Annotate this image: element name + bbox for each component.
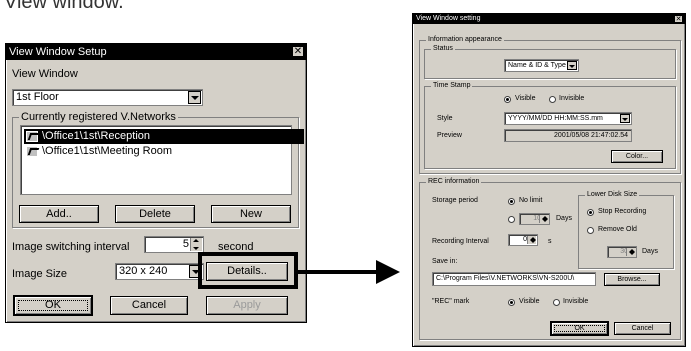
- spinner-icon[interactable]: [190, 238, 202, 251]
- setting-titlebar: View Window setting ✕: [413, 14, 685, 24]
- network-name: \Office1\1st\Meeting Room: [42, 145, 173, 157]
- highlight-box: [198, 252, 298, 289]
- preview-value: 2001/05/08 21:47:02.54: [554, 132, 628, 139]
- rec-mark-label: "REC" mark: [432, 298, 470, 305]
- remove-old-radio[interactable]: [587, 227, 594, 234]
- days-label: Days: [556, 215, 572, 222]
- info-appearance-group: Information appearance Status Name & ID …: [419, 36, 681, 174]
- lower-disk-group: Lower Disk Size Stop Recording Remove Ol…: [578, 191, 674, 269]
- view-window-select[interactable]: 1st Floor: [12, 89, 203, 106]
- setting-cancel-button[interactable]: Cancel: [614, 322, 671, 335]
- view-window-setting-dialog: View Window setting ✕ Information appear…: [412, 13, 686, 347]
- days-radio[interactable]: [508, 216, 515, 223]
- view-window-value: 1st Floor: [16, 91, 59, 103]
- rec-interval-unit: s: [548, 238, 552, 245]
- close-icon[interactable]: ✕: [674, 15, 683, 23]
- status-select[interactable]: Name & ID & Type: [504, 59, 579, 72]
- spinner-icon[interactable]: [527, 236, 536, 244]
- page-caption: View window.: [4, 0, 124, 13]
- cancel-button[interactable]: Cancel: [110, 296, 188, 315]
- days-input[interactable]: 10: [519, 213, 550, 225]
- preview-label: Preview: [437, 132, 462, 139]
- status-group: Status Name & ID & Type: [424, 45, 676, 79]
- focus-ring: [554, 325, 605, 332]
- mark-visible-label: Visible: [519, 298, 540, 305]
- rec-interval-label: Recording Interval: [432, 238, 489, 245]
- color-button[interactable]: Color...: [611, 150, 663, 163]
- no-limit-label: No limit: [519, 197, 543, 204]
- preview-field: 2001/05/08 21:47:02.54: [504, 129, 632, 142]
- arrow-shaft: [297, 270, 379, 274]
- chevron-down-icon[interactable]: [567, 61, 577, 70]
- list-item[interactable]: \Office1\1st\Reception: [24, 129, 304, 144]
- chevron-down-icon[interactable]: [620, 114, 630, 123]
- mark-visible-radio[interactable]: [508, 299, 515, 306]
- networks-list[interactable]: \Office1\1st\Reception \Office1\1st\Meet…: [20, 125, 304, 195]
- focus-ring: [18, 300, 88, 311]
- image-size-value: 320 x 240: [119, 265, 168, 277]
- invisible-label: Invisible: [559, 95, 585, 102]
- info-group-title: Information appearance: [426, 36, 504, 43]
- network-icon: [26, 131, 38, 142]
- stop-recording-radio[interactable]: [587, 209, 594, 216]
- timestamp-group: Time Stamp Visible Invisible Style YYYY/…: [424, 82, 676, 169]
- new-button[interactable]: New: [211, 205, 291, 223]
- apply-button[interactable]: Apply: [206, 296, 288, 315]
- ok-button[interactable]: OK: [13, 295, 93, 316]
- interval-input[interactable]: 5: [144, 236, 204, 253]
- style-label: Style: [437, 115, 453, 122]
- lower-disk-title: Lower Disk Size: [585, 191, 640, 198]
- timestamp-invisible-radio[interactable]: [549, 96, 556, 103]
- save-in-field[interactable]: C:\Program Files\V.NETWORKS\VN-S200U\: [432, 272, 596, 286]
- spinner-icon[interactable]: [626, 248, 635, 256]
- remove-days-label: Days: [642, 248, 658, 255]
- rec-interval-input[interactable]: 0: [508, 234, 538, 246]
- interval-label: Image switching interval: [12, 241, 130, 253]
- chevron-down-icon[interactable]: [188, 91, 201, 104]
- remove-old-label: Remove Old: [598, 226, 637, 233]
- style-select[interactable]: YYYY/MM/DD HH:MM:SS.mm: [504, 112, 632, 125]
- stop-recording-label: Stop Recording: [598, 208, 647, 215]
- storage-period-label: Storage period: [432, 197, 478, 204]
- visible-label: Visible: [515, 95, 536, 102]
- registered-networks-group: Currently registered V.Networks \Office1…: [12, 111, 304, 228]
- setup-titlebar: View Window Setup ✕: [6, 44, 306, 60]
- setting-ok-button[interactable]: OK: [550, 321, 609, 336]
- list-item[interactable]: \Office1\1st\Meeting Room: [24, 144, 304, 159]
- save-in-value: C:\Program Files\V.NETWORKS\VN-S200U\: [436, 275, 575, 282]
- timestamp-group-title: Time Stamp: [431, 82, 473, 89]
- close-icon[interactable]: ✕: [292, 46, 304, 57]
- image-size-select[interactable]: 320 x 240: [115, 263, 204, 280]
- delete-button[interactable]: Delete: [115, 205, 195, 223]
- setting-title: View Window setting: [416, 15, 481, 22]
- status-group-title: Status: [431, 45, 455, 52]
- status-value: Name & ID & Type: [508, 62, 566, 69]
- arrow-right-icon: [376, 260, 400, 284]
- save-in-label: Save in:: [432, 258, 458, 265]
- view-window-label: View Window: [12, 68, 78, 80]
- network-name: \Office1\1st\Reception: [42, 130, 151, 142]
- timestamp-visible-radio[interactable]: [504, 96, 511, 103]
- setup-title: View Window Setup: [9, 46, 107, 58]
- network-icon: [26, 146, 38, 157]
- browse-button[interactable]: Browse...: [604, 273, 660, 286]
- registered-group-title: Currently registered V.Networks: [19, 111, 178, 123]
- no-limit-radio[interactable]: [508, 198, 515, 205]
- rec-info-group: REC information Storage period No limit …: [419, 178, 681, 340]
- rec-group-title: REC information: [426, 178, 482, 185]
- style-value: YYYY/MM/DD HH:MM:SS.mm: [508, 115, 603, 122]
- add-button[interactable]: Add..: [19, 205, 99, 223]
- mark-invisible-radio[interactable]: [553, 299, 560, 306]
- mark-invisible-label: Invisible: [563, 298, 589, 305]
- spinner-icon[interactable]: [539, 215, 548, 223]
- remove-days-input[interactable]: 30: [607, 246, 637, 258]
- interval-value: 5: [182, 238, 189, 250]
- size-label: Image Size: [12, 268, 68, 280]
